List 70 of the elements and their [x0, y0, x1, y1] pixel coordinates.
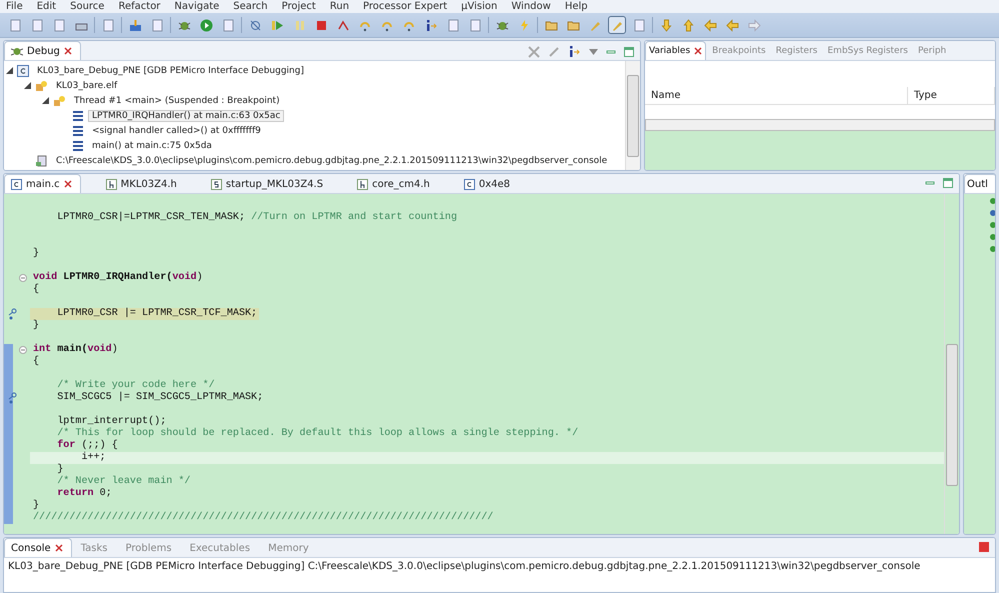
code-line: //////////////////////////////////////////////////////////////////////////// [32, 512, 494, 524]
code-line: /* Never leave main */ [56, 476, 192, 488]
code-line: for (;;) { [56, 440, 119, 452]
close-icon[interactable] [64, 180, 72, 188]
menu-item[interactable]: Edit [36, 0, 56, 12]
code-line: } [32, 248, 40, 260]
code-line: } [32, 320, 40, 332]
debug-tree-item[interactable]: KL03_bare_Debug_PNE [GDB PEMicro Interface Debugging] [33, 64, 308, 76]
editor-tab[interactable]: main.c [4, 174, 81, 193]
code-line: return 0; [56, 488, 113, 500]
breakpoint-icon[interactable] [8, 308, 16, 320]
debug-tree-item[interactable]: main() at main.c:75 0x5da [88, 140, 216, 152]
close-icon[interactable] [54, 544, 63, 552]
menu-item[interactable]: Source [70, 0, 104, 12]
menu-item[interactable]: Processor Expert [363, 0, 448, 12]
fold-toggle-icon[interactable] [19, 346, 27, 354]
editor-tab[interactable]: core_cm4.h [350, 174, 439, 193]
scrollbar-track[interactable] [625, 61, 640, 170]
code-line: void LPTMR0_IRQHandler(void) [32, 272, 204, 284]
brush-icon[interactable] [608, 16, 626, 34]
expanded-arrow-icon[interactable] [6, 67, 13, 74]
debug-tree-item[interactable]: KL03_bare.elf [52, 80, 122, 92]
info-icon[interactable] [568, 45, 581, 58]
code-line: /* Write your code here */ [56, 380, 216, 392]
maximize-icon[interactable] [943, 178, 953, 188]
code-line: } [32, 500, 40, 512]
code-line: LPTMR0_CSR|=LPTMR_CSR_TEN_MASK; //Turn on LPTMR and start counting [56, 212, 458, 224]
maximize-icon[interactable] [624, 46, 634, 56]
close-icon[interactable] [694, 47, 702, 55]
bug-icon [11, 45, 23, 57]
horizontal-scrollbar[interactable] [645, 119, 995, 131]
fold-toggle-icon[interactable] [19, 274, 27, 282]
expanded-arrow-icon[interactable] [24, 82, 31, 89]
debug-tree-item[interactable]: LPTMR0_IRQHandler() at main.c:63 0x5ac [88, 110, 284, 122]
menu-item[interactable]: Help [564, 0, 588, 12]
code-line: } [56, 464, 64, 476]
code-line: lptmr_interrupt(); [56, 416, 168, 428]
menu-item[interactable]: Window [511, 0, 551, 12]
view-tab[interactable]: Console [4, 538, 72, 557]
scrollbar-thumb[interactable] [627, 75, 639, 157]
code-line: { [32, 284, 40, 296]
editor-tab[interactable]: 0x4e8 [456, 174, 520, 193]
code-line: int main(void) [32, 344, 119, 356]
column-header[interactable]: Type [908, 87, 995, 104]
code-line: SIM_SCGC5 |= SIM_SCGC5_LPTMR_MASK; [56, 392, 264, 404]
outline-tab[interactable]: Outl [964, 174, 995, 193]
menu-item[interactable]: Navigate [174, 0, 220, 12]
menu-item[interactable]: Project [282, 0, 316, 12]
scrollbar-track[interactable] [944, 194, 959, 534]
code-line: /* This for loop should be replaced. By default this loop allows a single stepping. */ [56, 428, 580, 440]
view-tab[interactable]: Variables [645, 41, 706, 60]
code-line: { [32, 356, 40, 368]
debug-tree-item[interactable]: C:\Freescale\KDS_3.0.0\eclipse\plugins\com.pemicro.debug.gdbjtag.pne_2.2.1.201509111213\win32\pegdbserver_console [52, 154, 612, 166]
close-icon[interactable] [64, 47, 72, 55]
menu-item[interactable]: File [6, 0, 23, 12]
editor-tab[interactable]: startup_MKL03Z4.S [204, 174, 332, 193]
debug-tab[interactable]: Debug [4, 41, 81, 60]
expanded-arrow-icon[interactable] [42, 97, 49, 104]
debug-tree-item[interactable]: <signal handler called>() at 0xfffffff9 [88, 124, 265, 136]
editor-tab[interactable]: MKL03Z4.h [98, 174, 186, 193]
menu-item[interactable]: µVision [461, 0, 498, 12]
menu-item[interactable]: Refactor [118, 0, 160, 12]
column-header[interactable]: Name [645, 87, 908, 104]
breakpoint-icon[interactable] [8, 392, 16, 404]
menu-item[interactable]: Run [330, 0, 350, 12]
scrollbar-thumb[interactable] [946, 344, 958, 486]
debug-tree-item[interactable]: Thread #1 <main> (Suspended : Breakpoint) [70, 94, 284, 106]
menu-item[interactable]: Search [233, 0, 268, 12]
console-description: KL03_bare_Debug_PNE [GDB PEMicro Interface Debugging] C:\Freescale\KDS_3.0.0\eclipse\plugins\com.pemicro.debug.gdbjtag.pne_2.2.1.201509111213\win32\pegdbserver_console [7, 560, 922, 574]
view-menu-icon[interactable] [589, 48, 598, 54]
